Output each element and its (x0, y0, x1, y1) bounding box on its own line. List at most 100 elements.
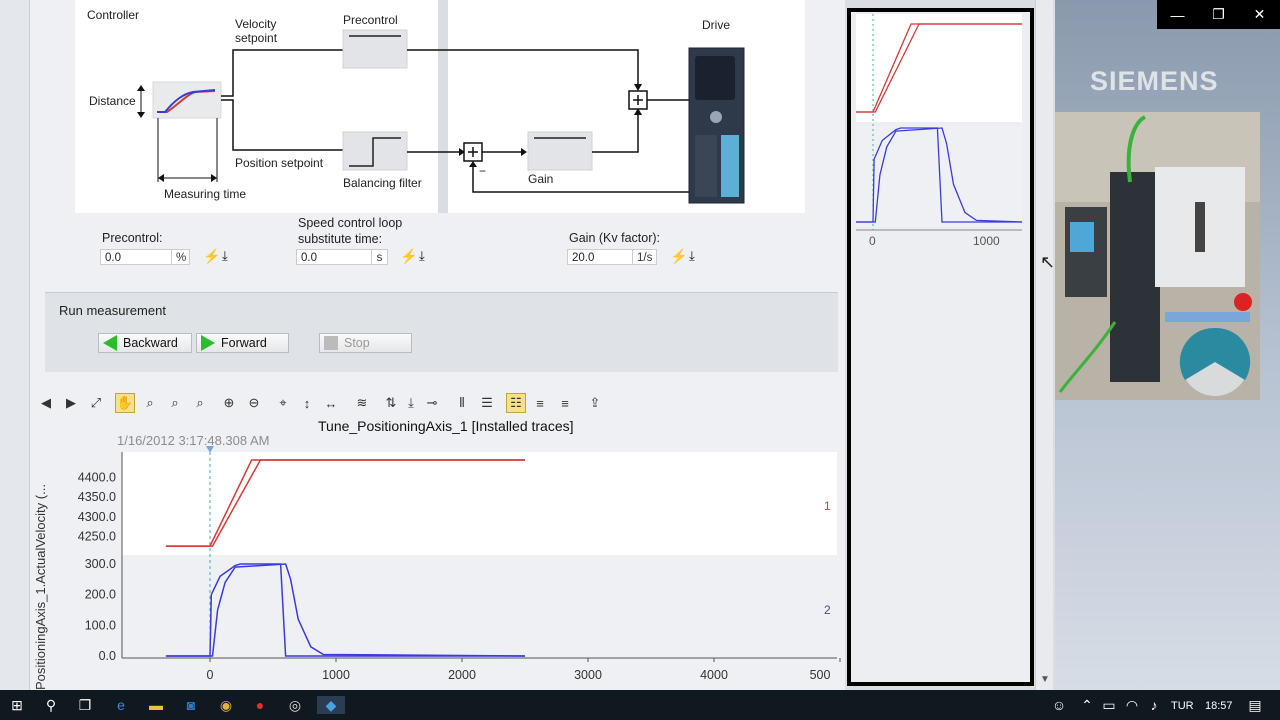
wifi-icon[interactable]: ◠ (1123, 696, 1141, 714)
zoom-y-icon[interactable]: ⌕ (190, 393, 210, 413)
x-tick-label: 1000 (322, 668, 350, 682)
lower-y-tick-label: 0.0 (99, 649, 116, 663)
backward-arrow-icon (103, 335, 117, 351)
x-tick-label: 4000 (700, 668, 728, 682)
position-setpoint-label: Position setpoint (235, 156, 324, 170)
restore-button[interactable]: ❐ (1198, 0, 1239, 29)
channel-2-label: 2 (824, 603, 831, 617)
trace-title: Tune_PositioningAxis_1 [Installed traces… (318, 418, 574, 434)
zoom-area-icon[interactable]: ⌕ (140, 393, 160, 413)
trace-chart[interactable]: 4400.04350.04300.04250.0 300.0200.0100.0… (30, 440, 845, 690)
run-measurement-title: Run measurement (59, 303, 166, 318)
vertical-scrollbar[interactable]: ▼ (1035, 0, 1053, 690)
speed-loop-download-icon[interactable]: ⤓ (419, 248, 425, 264)
channel-1-label: 1 (824, 499, 831, 513)
mouse-cursor-icon: ↖ (1040, 252, 1056, 272)
align-left-icon[interactable]: ≡ (530, 393, 550, 413)
upper-y-tick-label: 4250.0 (78, 529, 116, 543)
chrome-icon[interactable]: ◉ (217, 696, 235, 714)
fit-icon[interactable]: ⤢ (86, 393, 106, 413)
download-signal-icon[interactable]: ⤓ (401, 393, 421, 413)
zoom-out-icon[interactable]: ⊖ (244, 393, 264, 413)
search-icon[interactable]: ⚲ (42, 696, 60, 714)
language-indicator[interactable]: TUR (1171, 700, 1194, 712)
horizontal-cursor-icon[interactable]: ☰ (477, 393, 497, 413)
y-100-icon[interactable]: ↕ (297, 393, 317, 413)
backward-button-label: Backward (123, 336, 178, 350)
tray-expand-icon[interactable]: ⌃ (1078, 696, 1096, 714)
upper-y-tick-label: 4400.0 (78, 471, 116, 485)
upper-y-tick-label: 4350.0 (78, 490, 116, 504)
x-tick-label: 2000 (448, 668, 476, 682)
mini-trace-chart: 0 1000 (856, 14, 1023, 248)
x-tick-label: 500 (810, 668, 831, 682)
tia-portal-icon[interactable]: ◆ (317, 696, 345, 714)
list-view-icon[interactable]: ☷ (506, 393, 526, 413)
back-nav-icon[interactable]: ◀ (36, 393, 56, 413)
upper-tick-group: 4400.0 4350.0 4300.0 4250.0 (78, 471, 116, 544)
speed-loop-edit-icon[interactable]: ⚡ (400, 248, 417, 265)
distance-label: Distance (89, 94, 136, 108)
close-button[interactable]: ✕ (1239, 0, 1280, 29)
left-edge-strip (0, 0, 30, 690)
forward-button[interactable]: Forward (196, 333, 289, 353)
precontrol-edit-icon[interactable]: ⚡ (203, 248, 220, 265)
drive-label: Drive (702, 18, 731, 32)
scroll-down-icon[interactable]: ▼ (1040, 674, 1050, 685)
precontrol-input[interactable]: 0.0 (100, 249, 172, 265)
minimize-button[interactable]: — (1157, 0, 1198, 29)
gain-unit: 1/s (633, 249, 657, 265)
people-icon[interactable]: ☺ (1050, 696, 1068, 714)
pan-hand-icon[interactable]: ✋ (115, 393, 135, 413)
forward-nav-icon[interactable]: ▶ (61, 393, 81, 413)
edge-browser-icon[interactable]: e (112, 696, 130, 714)
windows-start-icon[interactable]: ⊞ (8, 696, 26, 714)
x-100-icon[interactable]: ↔ (321, 393, 341, 413)
export-icon[interactable]: ⇪ (585, 393, 605, 413)
measure-icon[interactable]: ⊸ (422, 393, 442, 413)
gain-input[interactable]: 20.0 (567, 249, 633, 265)
speed-loop-input[interactable]: 0.0 (296, 249, 372, 265)
stop-button[interactable]: Stop (319, 333, 412, 353)
upper-y-tick-label: 4300.0 (78, 510, 116, 524)
balancing-filter-label: Balancing filter (343, 176, 422, 190)
media-icon[interactable]: ◎ (286, 696, 304, 714)
gain-download-icon[interactable]: ⤓ (689, 248, 695, 264)
zoom-in-icon[interactable]: ⊕ (219, 393, 239, 413)
mini-lower-area (856, 126, 1022, 226)
y-axis-label: PositioningAxis_1.ActualVelocity (... (33, 484, 48, 690)
trigger-marker-icon (206, 446, 214, 453)
measuring-time-label: Measuring time (164, 187, 247, 201)
controller-label: Controller (87, 8, 140, 22)
controller-diagram (75, 0, 805, 213)
mini-x-tick-0: 0 (869, 234, 876, 248)
speed-loop-field-label: Speed control loop substitute time: (298, 216, 403, 246)
backward-button[interactable]: Backward (98, 333, 192, 353)
recorder-icon[interactable]: ● (251, 696, 269, 714)
align-right-icon[interactable]: ≡ (555, 393, 575, 413)
hardware-photo (1055, 112, 1260, 400)
minus-sign: − (479, 164, 487, 178)
zoom-100-icon[interactable]: ⌖ (273, 393, 293, 413)
notification-icon[interactable]: ▤ (1246, 696, 1264, 714)
precontrol-download-icon[interactable]: ⤓ (222, 248, 228, 264)
upper-plot-area (122, 452, 837, 555)
stop-square-icon (324, 336, 338, 350)
x-tick-label: 0 (207, 668, 214, 682)
task-view-icon[interactable]: ❐ (76, 696, 94, 714)
vertical-cursor-icon[interactable]: ⫴ (452, 393, 472, 413)
clock[interactable]: 18:57 (1205, 700, 1233, 712)
outlook-icon[interactable]: ◙ (182, 696, 200, 714)
signal-order-icon[interactable]: ⇅ (381, 393, 401, 413)
battery-icon[interactable]: ▭ (1100, 696, 1118, 714)
lower-y-tick-label: 100.0 (85, 618, 116, 632)
x-tick-group: 0 1000 2000 3000 4000 500 (207, 658, 841, 682)
volume-icon[interactable]: ♪ (1145, 696, 1163, 714)
gain-edit-icon[interactable]: ⚡ (670, 248, 687, 265)
forward-button-label: Forward (221, 336, 267, 350)
precontrol-field-label: Precontrol: (102, 231, 163, 245)
zoom-x-icon[interactable]: ⌕ (165, 393, 185, 413)
file-explorer-icon[interactable]: ▬ (147, 696, 165, 714)
signal-view-icon[interactable]: ≋ (352, 393, 372, 413)
screen: Controller Velocity setpoint Precontrol … (0, 0, 1280, 720)
